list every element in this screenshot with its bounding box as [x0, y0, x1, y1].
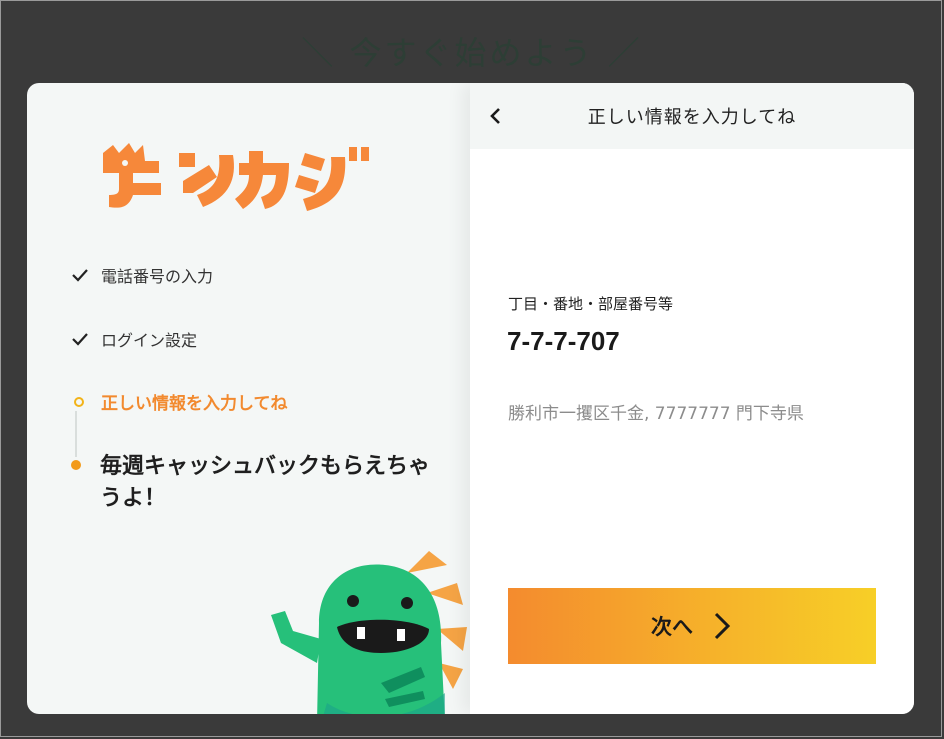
mascot-illustration [271, 551, 467, 714]
brand-logo [103, 143, 369, 211]
step-info-active: 正しい情報を入力してね [71, 389, 288, 414]
chevron-right-icon [714, 612, 731, 640]
current-step-ring-icon [74, 396, 84, 407]
step-phone: 電話番号の入力 [71, 263, 213, 287]
promo-text: 毎週キャッシュバックもらえちゃうよ！ [100, 454, 431, 511]
step-label: 正しい情報を入力してね [101, 394, 288, 414]
page-headline: ＼ 今すぐ始めよう ／ [301, 34, 643, 72]
panel-title: 正しい情報を入力してね [587, 107, 797, 128]
step-label: ログイン設定 [101, 331, 198, 350]
form-panel: 正しい情報を入力してね 丁目・番地・部屋番号等 7-7-7-707 勝利市一攫区… [470, 83, 914, 714]
step-connector [75, 411, 77, 457]
check-icon [72, 333, 88, 346]
check-icon [72, 269, 88, 282]
step-label: 電話番号の入力 [101, 267, 214, 286]
progress-panel: 電話番号の入力 ログイン設定 正しい情報を入力してね 毎週キャッシュバックもらえ… [27, 83, 470, 714]
signup-card: 電話番号の入力 ログイン設定 正しい情報を入力してね 毎週キャッシュバックもらえ… [27, 83, 914, 714]
next-button-label: 次へ [651, 615, 693, 639]
address-detail-value[interactable]: 7-7-7-707 [507, 326, 620, 357]
panel-header: 正しい情報を入力してね [470, 83, 914, 149]
chevron-left-icon[interactable] [482, 102, 510, 130]
step-login: ログイン設定 [71, 327, 197, 351]
address-summary: 勝利市一攫区千金, 7777777 門下寺県 [508, 404, 804, 424]
next-button[interactable]: 次へ [508, 588, 876, 664]
step-dot-icon [71, 460, 81, 470]
address-detail-label: 丁目・番地・部屋番号等 [508, 295, 674, 313]
